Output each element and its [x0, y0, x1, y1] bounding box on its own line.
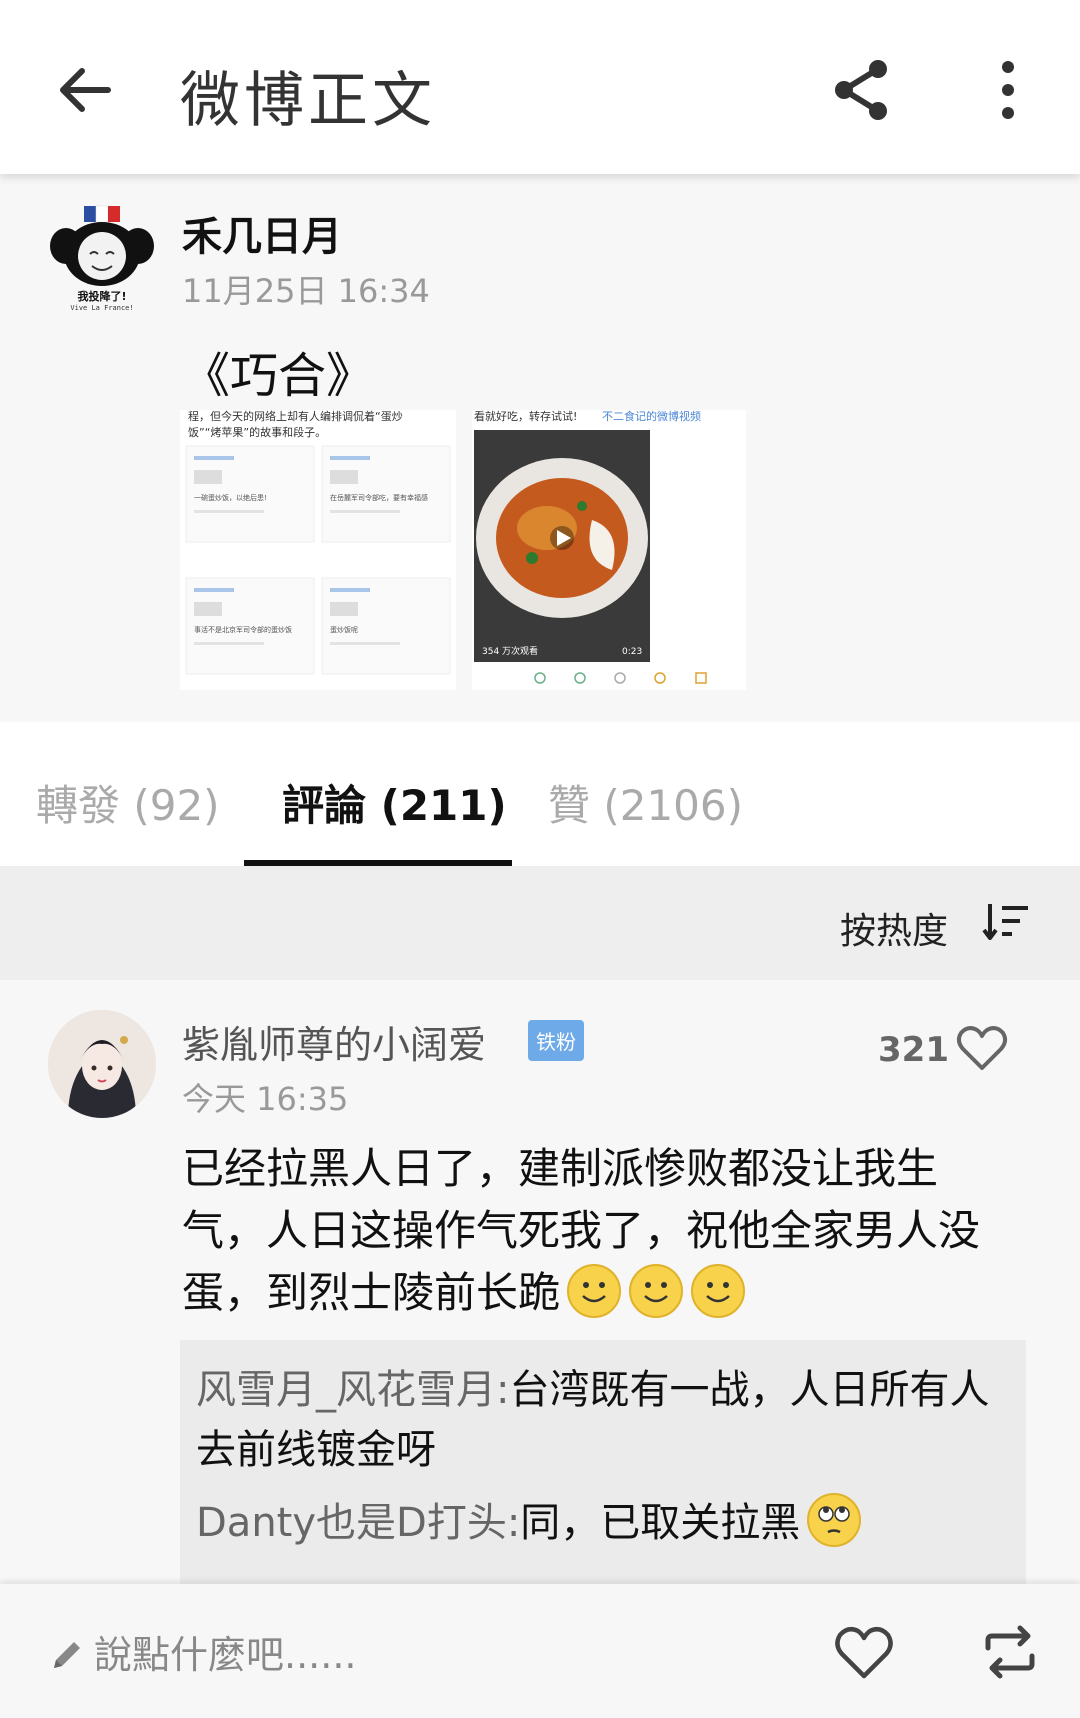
- commenter-avatar[interactable]: [48, 1010, 156, 1118]
- repost-icon: [985, 1625, 1035, 1679]
- image1-card-2: 在岳麓军司令部吃，要有幸福感: [330, 493, 428, 502]
- image1-card-1: 一碗蛋炒饭，以绝后患!: [194, 493, 267, 502]
- reply-list[interactable]: 风雪月_风花雪月:台湾既有一战，人日所有人去前线镀金呀 Danty也是D打头:同…: [180, 1340, 1026, 1600]
- reply-item: Danty也是D打头:同，已取关拉黑: [196, 1492, 996, 1553]
- repost-button[interactable]: [982, 1624, 1038, 1680]
- sort-label[interactable]: 按热度: [840, 902, 948, 954]
- share-button[interactable]: [828, 55, 898, 125]
- post-timestamp: 11月25日 16:34: [182, 272, 430, 310]
- heart-outline-icon: [956, 1026, 1008, 1070]
- more-vertical-icon: [1002, 61, 1014, 119]
- share-icon: [835, 60, 887, 120]
- commenter-name[interactable]: 紫胤师尊的小阔爱: [182, 1014, 486, 1069]
- reply-text: 同，已取关拉黑: [520, 1500, 801, 1546]
- sort-button[interactable]: [982, 900, 1032, 944]
- pencil-icon: [54, 1642, 80, 1668]
- smile-emoji-icon: [629, 1264, 684, 1318]
- comment-like-button[interactable]: [956, 1024, 1008, 1072]
- video-duration: 0:23: [622, 647, 642, 657]
- comment-input[interactable]: 說點什麼吧......: [50, 1624, 356, 1684]
- image2-caption: 看就好吃，转存试试!: [474, 410, 577, 423]
- bottom-action-bar: 說點什麼吧......: [0, 1584, 1080, 1718]
- video-views: 354 万次观看: [482, 645, 538, 657]
- image1-text-line1: 程，但今天的网络上却有人编排调侃着“蛋炒: [188, 410, 403, 423]
- sort-icon: [982, 904, 1028, 940]
- reply-item: 风雪月_风花雪月:台湾既有一战，人日所有人去前线镀金呀: [196, 1360, 996, 1480]
- post-author-name[interactable]: 禾几日月: [182, 204, 342, 262]
- heart-icon: [835, 1626, 893, 1679]
- author-avatar[interactable]: 我投降了! Vive La France!: [46, 202, 158, 314]
- comment-list: 紫胤师尊的小阔爱 铁粉 321 今天 16:35 已经拉黑人日了，建制派惨败都没…: [0, 980, 1080, 1600]
- image1-card-3: 事活不是北京军司令部的蛋炒饭: [194, 625, 292, 634]
- comment-input-placeholder: 說點什麼吧......: [94, 1633, 357, 1677]
- comment-like-count: 321: [878, 1030, 949, 1070]
- post-card: 我投降了! Vive La France! 禾几日月 11月25日 16:34 …: [0, 174, 1080, 722]
- tab-reposts[interactable]: 轉發 (92): [36, 772, 220, 833]
- post-text: 《巧合》: [182, 348, 375, 404]
- post-image-1[interactable]: 程，但今天的网络上却有人编排调侃着“蛋炒 饭”“烤苹果”的故事和段子。 一碗蛋炒…: [180, 409, 456, 690]
- image1-text-line2: 饭”“烤苹果”的故事和段子。: [188, 425, 326, 439]
- avatar-caption: 我投降了!: [77, 289, 126, 303]
- reply-user[interactable]: Danty也是D打头:: [196, 1500, 520, 1546]
- like-post-button[interactable]: [834, 1624, 894, 1680]
- more-options-button[interactable]: [978, 55, 1038, 125]
- smile-emoji-icon: [691, 1264, 746, 1318]
- comment-text: 已经拉黑人日了，建制派惨败都没让我生气，人日这操作气死我了，祝他全家男人没蛋，到…: [182, 1138, 1002, 1324]
- image1-card-4: 蛋炒饭呢: [330, 625, 358, 634]
- arrow-left-icon: [60, 68, 111, 112]
- tab-comments[interactable]: 評論 (211): [282, 772, 507, 833]
- image2-link: 不二食记的微博视频: [602, 410, 701, 423]
- comment-timestamp: 今天 16:35: [182, 1080, 349, 1118]
- eye-roll-emoji-icon: [807, 1493, 862, 1547]
- reply-user[interactable]: 风雪月_风花雪月:: [196, 1367, 509, 1413]
- post-image-2[interactable]: 看就好吃，转存试试! 不二食记的微博视频 354 万次观看 0:23: [472, 409, 746, 690]
- back-button[interactable]: [50, 55, 120, 125]
- top-app-bar: 微博正文: [0, 0, 1080, 174]
- avatar-subcaption: Vive La France!: [70, 304, 133, 312]
- tab-likes[interactable]: 贊 (2106): [548, 772, 743, 833]
- smile-emoji-icon: [567, 1264, 622, 1318]
- page-title: 微博正文: [180, 66, 436, 136]
- tab-bar: 轉發 (92) 評論 (211) 贊 (2106): [0, 722, 1080, 866]
- sort-bar: 按热度: [0, 866, 1080, 980]
- fan-badge: 铁粉: [528, 1020, 584, 1061]
